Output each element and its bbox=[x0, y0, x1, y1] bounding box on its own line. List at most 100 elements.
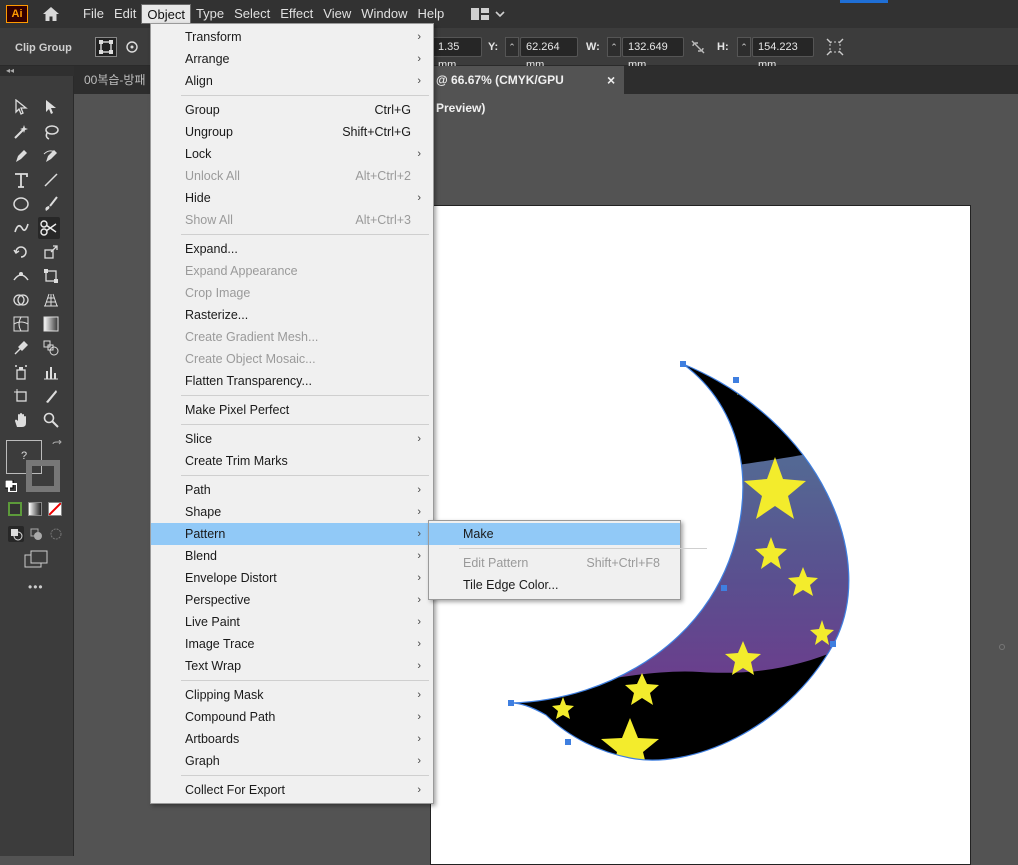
menu-item-rasterize[interactable]: Rasterize... bbox=[151, 304, 433, 326]
eyedropper-tool-icon[interactable] bbox=[10, 337, 32, 359]
line-segment-tool-icon[interactable] bbox=[40, 169, 62, 191]
menu-item-group[interactable]: Group Ctrl+G bbox=[151, 99, 433, 121]
menu-item-clipping-mask[interactable]: Clipping Mask › bbox=[151, 684, 433, 706]
h-stepper[interactable]: ⌃ bbox=[737, 37, 751, 57]
menu-item-align[interactable]: Align › bbox=[151, 70, 433, 92]
menu-item-artboards[interactable]: Artboards › bbox=[151, 728, 433, 750]
menu-object[interactable]: Object bbox=[141, 4, 191, 24]
zoom-tool-icon[interactable] bbox=[40, 409, 62, 431]
slice-tool-icon[interactable] bbox=[40, 385, 62, 407]
menu-separator bbox=[181, 424, 429, 425]
menu-item-blend[interactable]: Blend › bbox=[151, 545, 433, 567]
constrain-proportions-icon[interactable] bbox=[690, 39, 706, 55]
menu-item-arrange[interactable]: Arrange › bbox=[151, 48, 433, 70]
menu-edit[interactable]: Edit bbox=[109, 4, 141, 24]
draw-normal-icon[interactable] bbox=[8, 526, 24, 542]
menu-item-pattern[interactable]: Pattern › bbox=[151, 523, 433, 545]
lasso-tool-icon[interactable] bbox=[40, 121, 62, 143]
screen-mode-icon[interactable] bbox=[24, 550, 48, 568]
menu-help[interactable]: Help bbox=[412, 4, 449, 24]
color-mode-icon[interactable] bbox=[8, 502, 22, 516]
column-graph-tool-icon[interactable] bbox=[40, 361, 62, 383]
edit-contents-icon[interactable] bbox=[121, 37, 143, 57]
menu-file[interactable]: File bbox=[78, 4, 109, 24]
ellipse-tool-icon[interactable] bbox=[10, 193, 32, 215]
hand-tool-icon[interactable] bbox=[10, 409, 32, 431]
height-field[interactable]: 154.223 mm bbox=[752, 37, 814, 71]
menu-window[interactable]: Window bbox=[356, 4, 412, 24]
blend-tool-icon[interactable] bbox=[40, 337, 62, 359]
x-position-field[interactable]: 1.35 mm bbox=[432, 37, 482, 71]
tab-document-active[interactable]: @ 66.67% (CMYK/GPU Preview) bbox=[426, 66, 624, 115]
none-mode-icon[interactable] bbox=[48, 502, 62, 516]
menu-type[interactable]: Type bbox=[191, 4, 229, 24]
menu-view[interactable]: View bbox=[318, 4, 356, 24]
scale-tool-icon[interactable] bbox=[40, 241, 62, 263]
swap-fill-stroke-icon[interactable] bbox=[51, 439, 63, 452]
width-field[interactable]: 132.649 mm bbox=[622, 37, 684, 71]
menu-item-label: Lock bbox=[185, 147, 212, 161]
edit-clip-path-icon[interactable] bbox=[95, 37, 117, 57]
menu-item-perspective[interactable]: Perspective › bbox=[151, 589, 433, 611]
y-position-field[interactable]: 62.264 mm bbox=[520, 37, 578, 71]
rotate-tool-icon[interactable] bbox=[10, 241, 32, 263]
draw-behind-icon[interactable] bbox=[28, 526, 44, 542]
submenu-item-tile-edge-color[interactable]: Tile Edge Color... bbox=[429, 574, 680, 596]
perspective-grid-tool-icon[interactable] bbox=[40, 289, 62, 311]
transform-icon[interactable] bbox=[826, 38, 844, 56]
menu-item-slice[interactable]: Slice › bbox=[151, 428, 433, 450]
y-stepper[interactable]: ⌃ bbox=[505, 37, 519, 57]
width-tool-icon[interactable] bbox=[10, 265, 32, 287]
menu-item-expand[interactable]: Expand... bbox=[151, 238, 433, 260]
menu-item-envelope-distort[interactable]: Envelope Distort › bbox=[151, 567, 433, 589]
w-stepper[interactable]: ⌃ bbox=[607, 37, 621, 57]
menu-item-label: Live Paint bbox=[185, 615, 240, 629]
default-fill-stroke-icon[interactable] bbox=[4, 479, 18, 493]
menu-item-ungroup[interactable]: Ungroup Shift+Ctrl+G bbox=[151, 121, 433, 143]
menu-item-shortcut: Alt+Ctrl+2 bbox=[355, 169, 411, 183]
menu-item-image-trace[interactable]: Image Trace › bbox=[151, 633, 433, 655]
paintbrush-tool-icon[interactable] bbox=[40, 193, 62, 215]
submenu-item-make[interactable]: Make bbox=[429, 523, 680, 545]
menu-effect[interactable]: Effect bbox=[275, 4, 318, 24]
menu-item-collect-for-export[interactable]: Collect For Export › bbox=[151, 779, 433, 801]
menu-item-hide[interactable]: Hide › bbox=[151, 187, 433, 209]
free-transform-tool-icon[interactable] bbox=[40, 265, 62, 287]
shaper-tool-icon[interactable] bbox=[10, 217, 32, 239]
curvature-tool-icon[interactable] bbox=[40, 145, 62, 167]
stroke-swatch[interactable] bbox=[26, 460, 60, 492]
menu-item-compound-path[interactable]: Compound Path › bbox=[151, 706, 433, 728]
menu-item-flatten-transparency[interactable]: Flatten Transparency... bbox=[151, 370, 433, 392]
menu-item-transform[interactable]: Transform › bbox=[151, 26, 433, 48]
menu-item-lock[interactable]: Lock › bbox=[151, 143, 433, 165]
pen-tool-icon[interactable] bbox=[10, 145, 32, 167]
toolbar-header[interactable]: ◂◂ bbox=[0, 66, 74, 76]
menu-item-shape[interactable]: Shape › bbox=[151, 501, 433, 523]
menu-item-label: Flatten Transparency... bbox=[185, 374, 312, 388]
menu-item-text-wrap[interactable]: Text Wrap › bbox=[151, 655, 433, 677]
menu-item-label: Graph bbox=[185, 754, 220, 768]
selection-tool-icon[interactable] bbox=[10, 96, 32, 118]
home-icon[interactable] bbox=[38, 4, 64, 24]
menu-item-live-paint[interactable]: Live Paint › bbox=[151, 611, 433, 633]
close-tab-icon[interactable]: × bbox=[607, 66, 615, 94]
menu-select[interactable]: Select bbox=[229, 4, 275, 24]
gradient-tool-icon[interactable] bbox=[40, 313, 62, 335]
menu-item-path[interactable]: Path › bbox=[151, 479, 433, 501]
magic-wand-tool-icon[interactable] bbox=[10, 121, 32, 143]
artboard-tool-icon[interactable] bbox=[10, 385, 32, 407]
menu-item-make-pixel-perfect[interactable]: Make Pixel Perfect bbox=[151, 399, 433, 421]
menu-item-graph[interactable]: Graph › bbox=[151, 750, 433, 772]
draw-inside-icon[interactable] bbox=[48, 526, 64, 542]
scissors-tool-icon[interactable] bbox=[38, 217, 60, 239]
shape-builder-tool-icon[interactable] bbox=[10, 289, 32, 311]
menu-item-create-trim-marks[interactable]: Create Trim Marks bbox=[151, 450, 433, 472]
symbol-sprayer-tool-icon[interactable] bbox=[10, 361, 32, 383]
type-tool-icon[interactable] bbox=[10, 169, 32, 191]
more-tools-icon[interactable]: ••• bbox=[28, 580, 44, 594]
mesh-tool-icon[interactable] bbox=[10, 313, 32, 335]
gradient-mode-icon[interactable] bbox=[28, 502, 42, 516]
workspace-switcher[interactable] bbox=[471, 8, 505, 20]
tab-document-1[interactable]: 00복습-방패 bbox=[74, 66, 152, 94]
direct-selection-tool-icon[interactable] bbox=[40, 96, 62, 118]
